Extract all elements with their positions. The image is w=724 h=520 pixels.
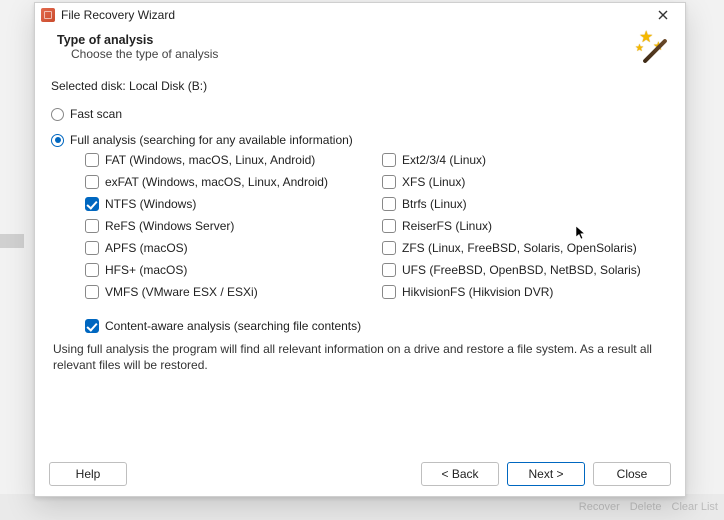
filesystem-option[interactable]: VMFS (VMware ESX / ESXi): [85, 285, 372, 299]
fast-scan-label: Fast scan: [70, 107, 122, 121]
checkbox-icon: [85, 175, 99, 189]
filesystem-option[interactable]: XFS (Linux): [382, 175, 669, 189]
filesystem-label: VMFS (VMware ESX / ESXi): [105, 285, 258, 299]
app-icon: [41, 8, 55, 22]
filesystem-label: UFS (FreeBSD, OpenBSD, NetBSD, Solaris): [402, 263, 641, 277]
checkbox-icon: [382, 241, 396, 255]
filesystem-label: FAT (Windows, macOS, Linux, Android): [105, 153, 315, 167]
next-button[interactable]: Next >: [507, 462, 585, 486]
filesystem-grid: FAT (Windows, macOS, Linux, Android) Ext2…: [85, 153, 669, 299]
filesystem-option[interactable]: ZFS (Linux, FreeBSD, Solaris, OpenSolari…: [382, 241, 669, 255]
bg-selection-strip: [0, 234, 24, 248]
filesystem-label: HFS+ (macOS): [105, 263, 187, 277]
header: Type of analysis Choose the type of anal…: [35, 27, 685, 71]
filesystem-option[interactable]: HFS+ (macOS): [85, 263, 372, 277]
filesystem-option[interactable]: ReFS (Windows Server): [85, 219, 372, 233]
full-analysis-label: Full analysis (searching for any availab…: [70, 133, 353, 147]
checkbox-icon: [382, 197, 396, 211]
full-analysis-option[interactable]: Full analysis (searching for any availab…: [51, 133, 669, 147]
window-title: File Recovery Wizard: [61, 8, 649, 22]
filesystem-label: APFS (macOS): [105, 241, 188, 255]
footer: Help < Back Next > Close: [35, 453, 685, 496]
checkbox-icon: [85, 319, 99, 333]
filesystem-label: ZFS (Linux, FreeBSD, Solaris, OpenSolari…: [402, 241, 637, 255]
checkbox-icon: [85, 285, 99, 299]
titlebar: File Recovery Wizard: [35, 3, 685, 27]
wizard-dialog: File Recovery Wizard Type of analysis Ch…: [34, 2, 686, 497]
analysis-note: Using full analysis the program will fin…: [53, 341, 667, 373]
filesystem-option[interactable]: Ext2/3/4 (Linux): [382, 153, 669, 167]
filesystem-label: ReiserFS (Linux): [402, 219, 492, 233]
fast-scan-option[interactable]: Fast scan: [51, 107, 669, 121]
checkbox-icon: [85, 263, 99, 277]
filesystem-label: Btrfs (Linux): [402, 197, 467, 211]
content-aware-option[interactable]: Content-aware analysis (searching file c…: [85, 319, 669, 333]
filesystem-option[interactable]: APFS (macOS): [85, 241, 372, 255]
close-icon[interactable]: [649, 5, 677, 25]
checkbox-icon: [382, 263, 396, 277]
checkbox-icon: [382, 175, 396, 189]
bg-action-bar: Recover Delete Clear List: [0, 494, 724, 520]
checkbox-icon: [85, 197, 99, 211]
close-button[interactable]: Close: [593, 462, 671, 486]
filesystem-label: XFS (Linux): [402, 175, 465, 189]
filesystem-option[interactable]: HikvisionFS (Hikvision DVR): [382, 285, 669, 299]
wizard-wand-icon: ★ ★ ★: [631, 29, 671, 69]
checkbox-icon: [85, 241, 99, 255]
checkbox-icon: [382, 219, 396, 233]
filesystem-label: exFAT (Windows, macOS, Linux, Android): [105, 175, 328, 189]
content-aware-label: Content-aware analysis (searching file c…: [105, 319, 361, 333]
back-button[interactable]: < Back: [421, 462, 499, 486]
filesystem-label: ReFS (Windows Server): [105, 219, 234, 233]
filesystem-option[interactable]: UFS (FreeBSD, OpenBSD, NetBSD, Solaris): [382, 263, 669, 277]
radio-icon: [51, 108, 64, 121]
filesystem-option[interactable]: exFAT (Windows, macOS, Linux, Android): [85, 175, 372, 189]
filesystem-option[interactable]: NTFS (Windows): [85, 197, 372, 211]
checkbox-icon: [85, 153, 99, 167]
filesystem-label: HikvisionFS (Hikvision DVR): [402, 285, 553, 299]
filesystem-option[interactable]: Btrfs (Linux): [382, 197, 669, 211]
checkbox-icon: [382, 285, 396, 299]
filesystem-option[interactable]: ReiserFS (Linux): [382, 219, 669, 233]
help-button[interactable]: Help: [49, 462, 127, 486]
filesystem-label: Ext2/3/4 (Linux): [402, 153, 486, 167]
filesystem-option[interactable]: FAT (Windows, macOS, Linux, Android): [85, 153, 372, 167]
selected-disk-label: Selected disk: Local Disk (B:): [51, 79, 669, 93]
page-title: Type of analysis: [57, 33, 671, 47]
filesystem-label: NTFS (Windows): [105, 197, 196, 211]
checkbox-icon: [382, 153, 396, 167]
checkbox-icon: [85, 219, 99, 233]
page-subtitle: Choose the type of analysis: [57, 47, 671, 61]
radio-icon: [51, 134, 64, 147]
